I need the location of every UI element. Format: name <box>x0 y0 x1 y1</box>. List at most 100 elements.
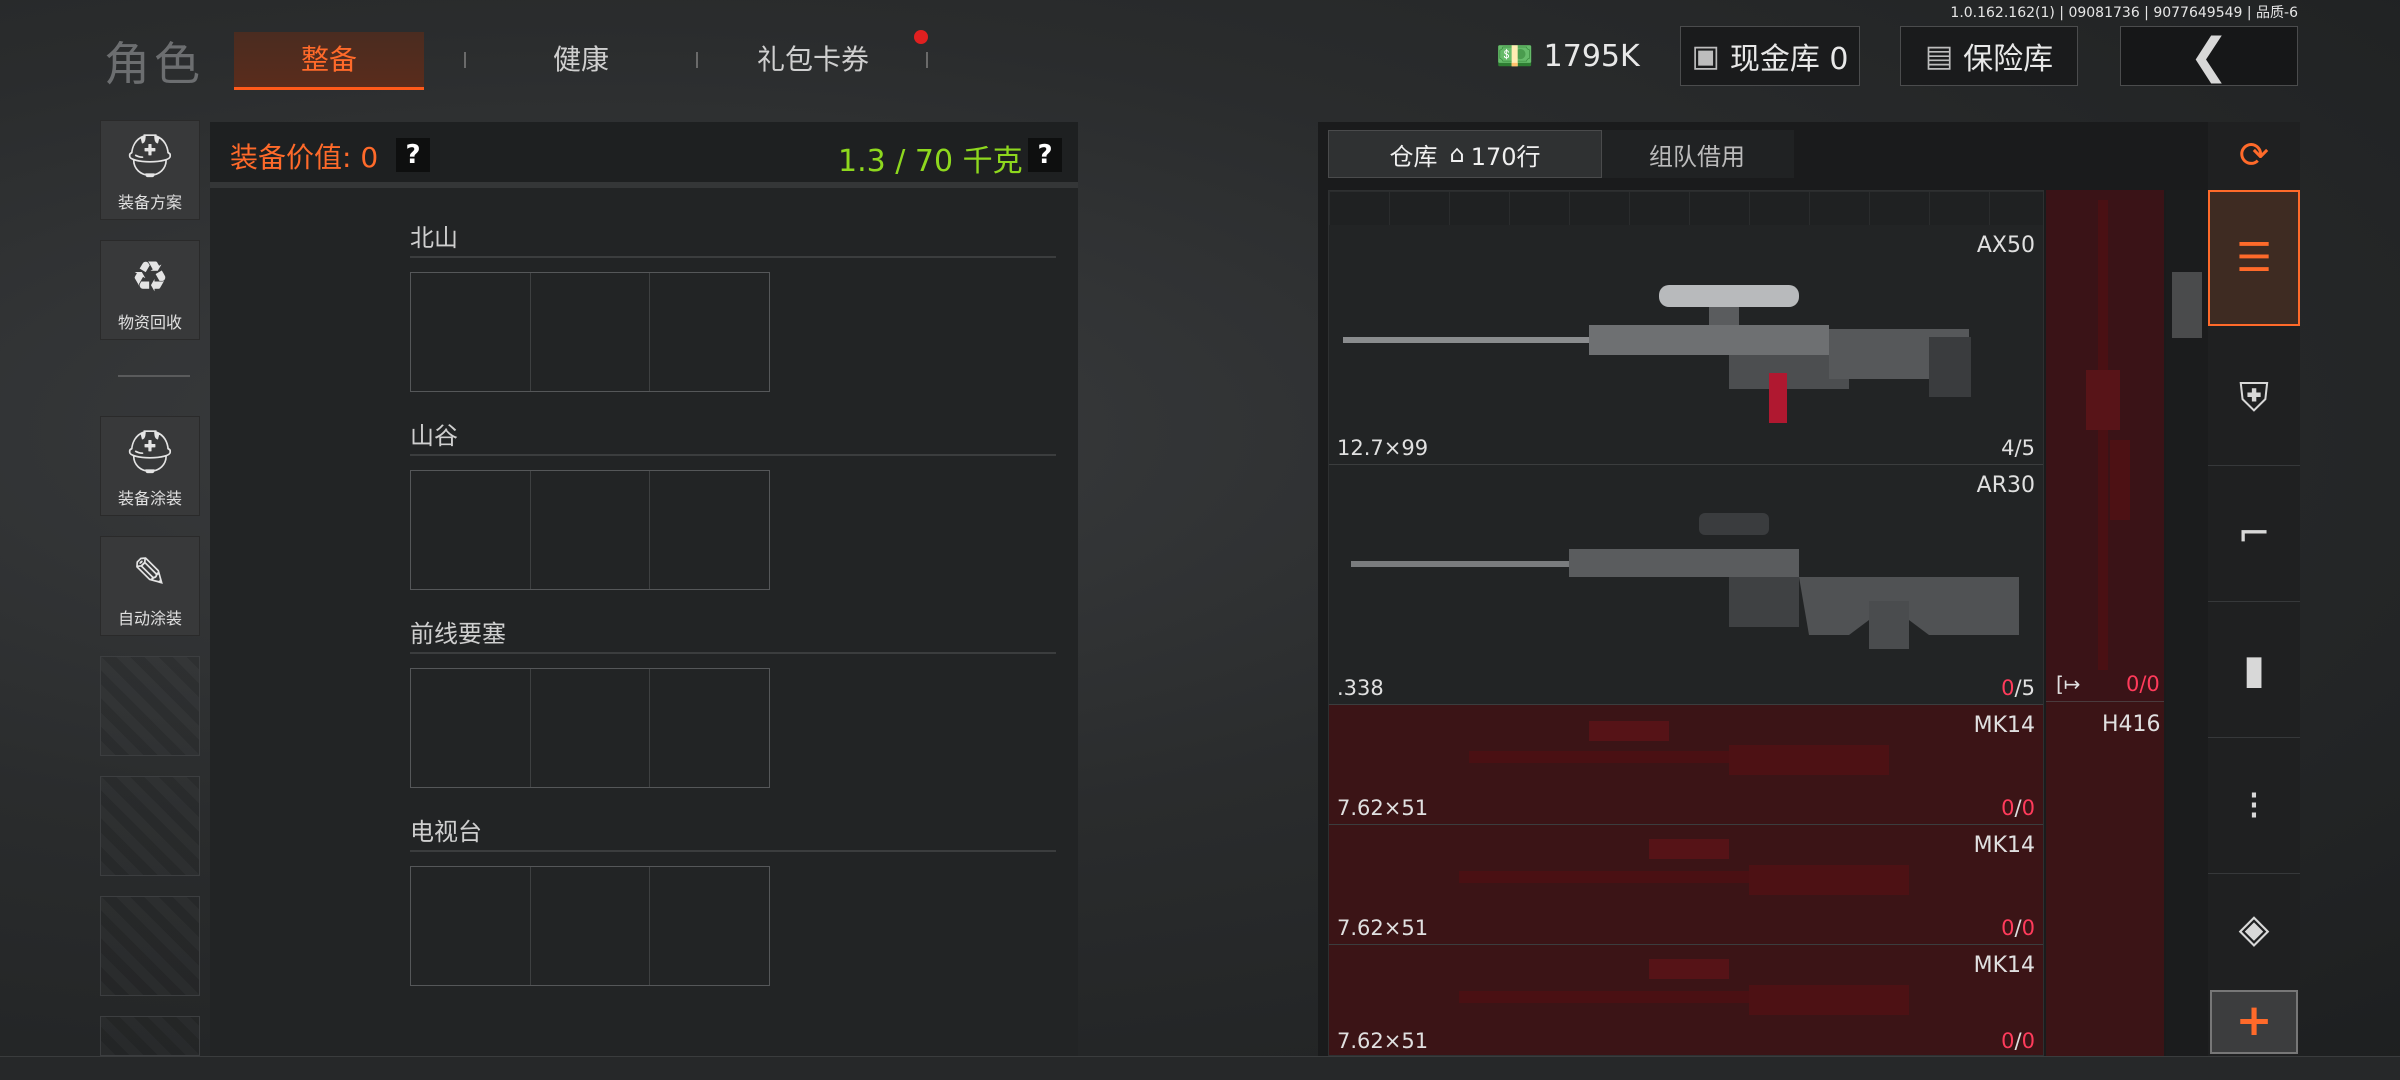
item-name: MK14 <box>1973 713 2035 738</box>
tab-gift-coupons[interactable]: 礼包卡券 <box>718 32 908 90</box>
sidebar-item-label: 装备涂装 <box>117 489 182 508</box>
home-icon: ⌂ <box>1449 140 1465 168</box>
cash-vault-icon: ▣ <box>1691 38 1720 74</box>
category-magazine[interactable]: ▮ <box>2208 602 2300 738</box>
weight-help-button[interactable]: ? <box>1028 138 1062 172</box>
auto-paint-icon: ✎ <box>132 548 168 597</box>
item-count: 0/0 <box>2126 672 2160 696</box>
scope-icon: ◈ <box>2238 906 2270 952</box>
back-arrow-icon: ❮ <box>2188 28 2230 84</box>
warehouse-grid: AX50 12.7×99 4/5 AR30 .338 0/5 MK14 7.62… <box>1328 190 2044 1056</box>
slot-grid-beishan[interactable] <box>410 272 770 392</box>
back-button[interactable]: ❮ <box>2120 26 2298 86</box>
divider <box>410 850 1056 852</box>
divider <box>410 652 1056 654</box>
item-card-mk14[interactable]: MK14 7.62×51 0/0 <box>1329 705 2043 825</box>
item-caliber: 7.62×51 <box>1337 796 1429 820</box>
item-caliber: 12.7×99 <box>1337 436 1429 460</box>
divider <box>410 454 1056 456</box>
cash-vault-button[interactable]: ▣ 现金库 0 <box>1680 26 1860 86</box>
location-label-beishan: 北山 <box>410 224 458 252</box>
sidebar-item-gear-paint[interactable]: ⛑ 装备涂装 <box>100 416 200 516</box>
cash-icon: 💵 <box>1496 38 1534 74</box>
tab-warehouse[interactable]: 仓库 ⌂ 170行 <box>1328 130 1602 178</box>
item-count: 0/0 <box>2001 1029 2035 1053</box>
category-rifle[interactable]: ⌐ <box>2208 466 2300 602</box>
sidebar-empty-slot <box>100 896 200 996</box>
warehouse-rows: 170行 <box>1470 142 1541 171</box>
category-vest[interactable]: ⛨ <box>2208 330 2300 466</box>
tab-separator <box>696 52 698 68</box>
slot-grid-fortress[interactable] <box>410 668 770 788</box>
slot-grid-tv-station[interactable] <box>410 866 770 986</box>
loadout-icon: ⛑ <box>123 131 177 180</box>
tab-health[interactable]: 健康 <box>486 32 676 90</box>
item-count: 0/5 <box>2001 676 2035 700</box>
ammo-icon: ⁝ <box>2247 782 2261 829</box>
item-count: 0/0 <box>2001 916 2035 940</box>
item-count-current: 0 <box>2001 796 2015 820</box>
category-ammo[interactable]: ⁝ <box>2208 738 2300 874</box>
item-caliber: 7.62×51 <box>1337 1029 1429 1053</box>
currency-display[interactable]: 💵 1795K <box>1488 26 1648 86</box>
item-name: H416 <box>2102 712 2161 737</box>
item-count: 4/5 <box>2001 436 2035 460</box>
item-caliber: .338 <box>1337 676 1384 700</box>
item-count: 0/0 <box>2001 796 2035 820</box>
safe-vault-button[interactable]: ▤ 保险库 <box>1900 26 2078 86</box>
item-count-current: 0 <box>2001 1029 2015 1053</box>
item-card-mk14[interactable]: MK14 7.62×51 0/0 <box>1329 945 2043 1055</box>
sidebar-item-label: 自动涂装 <box>117 609 182 628</box>
item-name: MK14 <box>1973 953 2035 978</box>
rifle-image <box>1469 721 1889 775</box>
sidebar-empty-slot <box>100 656 200 756</box>
item-name: AX50 <box>1976 233 2035 258</box>
add-button[interactable]: + <box>2210 990 2298 1054</box>
item-count-max: 5 <box>2021 676 2035 700</box>
item-count-current: 0 <box>2001 676 2015 700</box>
item-card-ax50[interactable]: AX50 12.7×99 4/5 <box>1329 225 2043 465</box>
sidebar-empty-slot <box>100 776 200 876</box>
all-items-icon: ☰ <box>2236 235 2272 281</box>
sidebar-item-recycle[interactable]: ♻ 物资回收 <box>100 240 200 340</box>
rifle-icon: ⌐ <box>2237 510 2271 557</box>
page-title: 角色 <box>104 37 204 91</box>
item-count-max: 0 <box>2021 1029 2035 1053</box>
sniper-rifle-image <box>1351 513 2019 649</box>
sidebar-item-loadout-plan[interactable]: ⛑ 装备方案 <box>100 120 200 220</box>
sidebar-item-auto-paint[interactable]: ✎ 自动涂装 <box>100 536 200 636</box>
item-card-vertical[interactable] <box>2046 190 2164 702</box>
vest-icon: ⛨ <box>2239 374 2269 421</box>
tab-team-borrow[interactable]: 组队借用 <box>1602 130 1792 178</box>
tab-loadout[interactable]: 整备 <box>234 32 424 90</box>
sort-refresh-icon[interactable]: ⟳ <box>2208 122 2300 188</box>
safe-vault-label: 保险库 <box>1963 42 2054 77</box>
currency-amount: 1795K <box>1543 38 1640 74</box>
slot-grid-valley[interactable] <box>410 470 770 590</box>
item-count-max: 0 <box>2021 916 2035 940</box>
move-icon[interactable]: [↦ <box>2056 672 2081 696</box>
warehouse-tabbar: 仓库 ⌂ 170行 组队借用 <box>1328 130 1794 178</box>
item-name: AR30 <box>1976 473 2035 498</box>
helmet-paint-icon: ⛑ <box>123 427 177 476</box>
item-card-mk14[interactable]: MK14 7.62×51 0/0 <box>1329 825 2043 945</box>
location-label-valley: 山谷 <box>410 422 458 450</box>
magazine-icon: ▮ <box>2242 646 2265 693</box>
notification-badge <box>914 30 928 44</box>
version-text: 1.0.162.162(1) | 09081736 | 9077649549 |… <box>1950 5 2298 21</box>
weight-label: 1.3 / 70 千克 <box>838 144 1023 179</box>
category-all[interactable]: ☰ <box>2208 190 2300 326</box>
gear-value-help-button[interactable]: ? <box>396 138 430 172</box>
location-label-tv-station: 电视台 <box>410 818 482 846</box>
safe-icon: ▤ <box>1924 38 1954 74</box>
tab-separator <box>926 52 928 68</box>
item-caliber: 7.62×51 <box>1337 916 1429 940</box>
sidebar-item-label: 物资回收 <box>117 313 182 332</box>
rifle-image <box>1459 959 1909 1015</box>
vertical-rifle-image <box>2086 200 2130 670</box>
cash-vault-label: 现金库 0 <box>1729 42 1849 77</box>
sniper-rifle-image <box>1343 285 1971 423</box>
item-card-ar30[interactable]: AR30 .338 0/5 <box>1329 465 2043 705</box>
scrollbar-thumb[interactable] <box>2172 272 2202 338</box>
category-scope[interactable]: ◈ <box>2208 874 2300 984</box>
